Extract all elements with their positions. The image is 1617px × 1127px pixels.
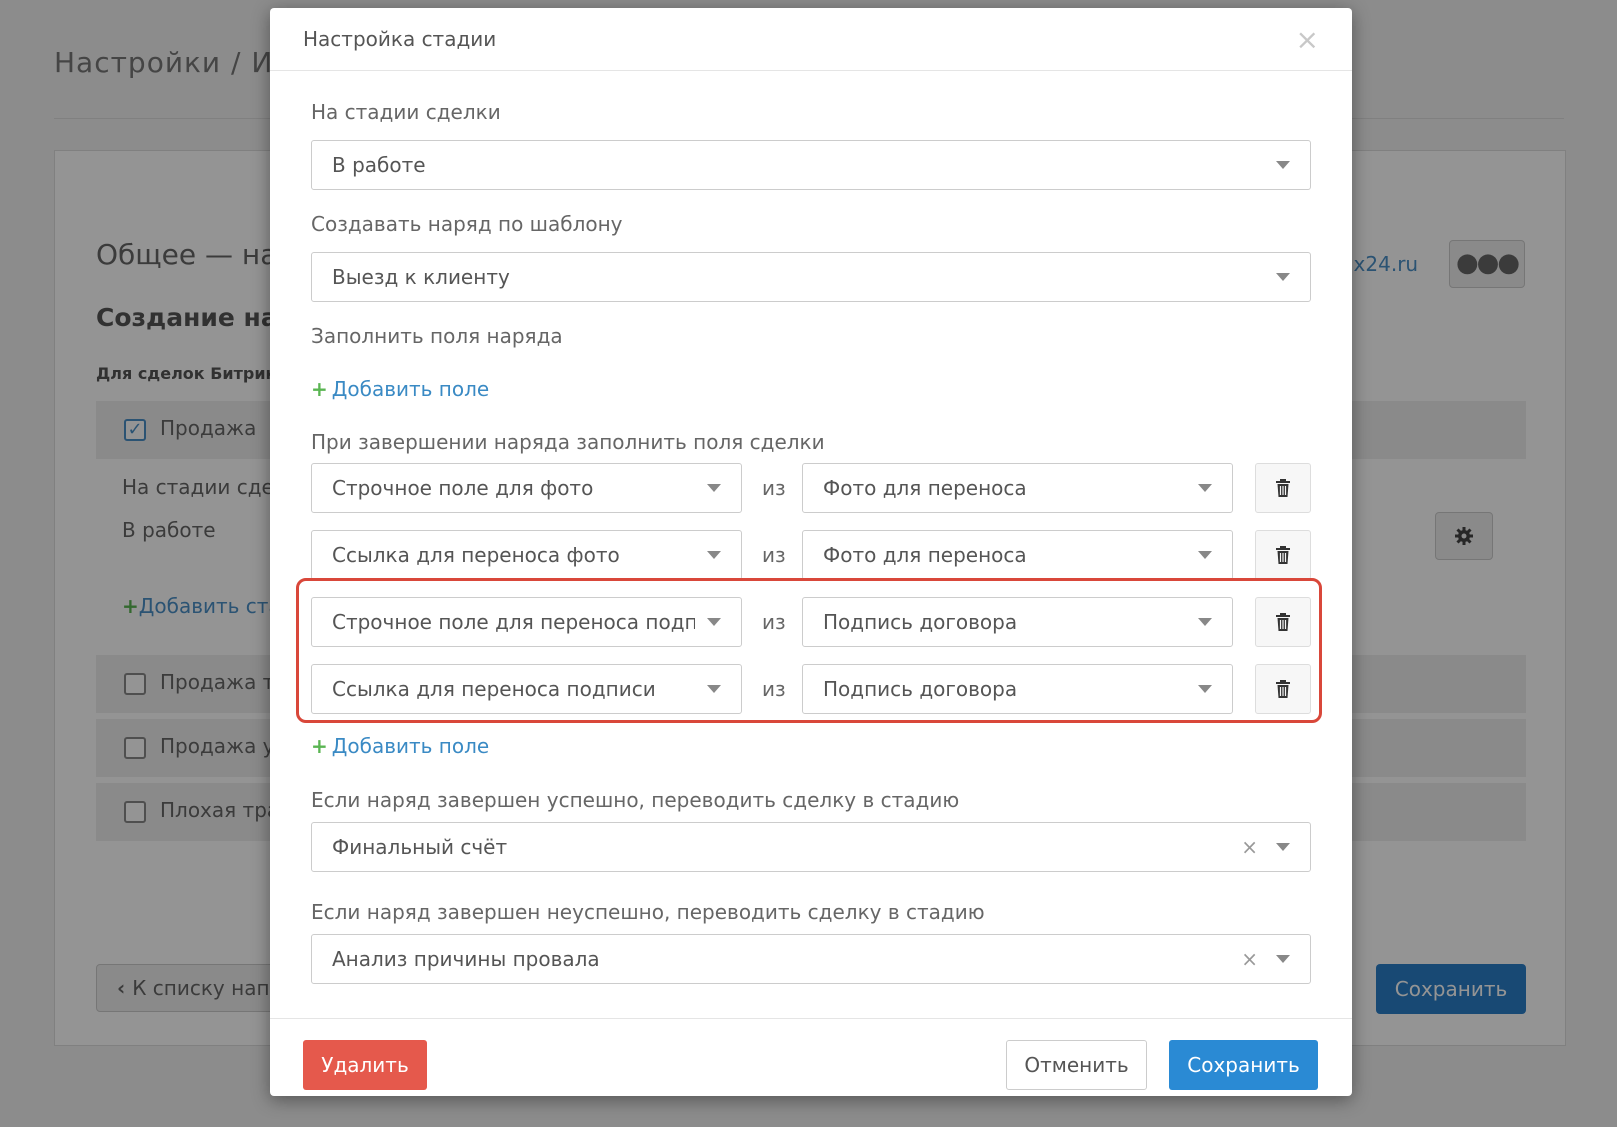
source-field-select[interactable]: Фото для переноса bbox=[802, 463, 1233, 513]
modal-title: Настройка стадии bbox=[303, 27, 497, 51]
source-field-value: Фото для переноса bbox=[823, 476, 1027, 500]
modal-header: Настройка стадии × bbox=[270, 8, 1352, 71]
template-label: Создавать наряд по шаблону bbox=[311, 212, 623, 236]
chevron-down-icon bbox=[1198, 685, 1212, 693]
trash-icon bbox=[1276, 680, 1290, 698]
source-field-select[interactable]: Подпись договора bbox=[802, 597, 1233, 647]
target-field-select[interactable]: Ссылка для переноса подписи bbox=[311, 664, 742, 714]
delete-mapping-button[interactable] bbox=[1255, 463, 1311, 513]
template-select[interactable]: Выезд к клиенту bbox=[311, 252, 1311, 302]
plus-icon: + bbox=[311, 734, 328, 758]
target-field-value: Ссылка для переноса фото bbox=[332, 543, 620, 567]
source-field-value: Подпись договора bbox=[823, 610, 1018, 634]
target-field-value: Строчное поле для переноса подписи bbox=[332, 610, 695, 634]
modal-footer: Удалить Отменить Сохранить bbox=[270, 1018, 1352, 1096]
target-field-value: Ссылка для переноса подписи bbox=[332, 677, 656, 701]
trash-icon bbox=[1276, 546, 1290, 564]
chevron-down-icon bbox=[1198, 484, 1212, 492]
on-success-label: Если наряд завершен успешно, переводить … bbox=[311, 788, 960, 812]
on-complete-label: При завершении наряда заполнить поля сде… bbox=[311, 430, 825, 454]
failure-stage-select[interactable]: Анализ причины провала × bbox=[311, 934, 1311, 984]
delete-button[interactable]: Удалить bbox=[303, 1040, 427, 1090]
chevron-down-icon bbox=[707, 685, 721, 693]
delete-mapping-button[interactable] bbox=[1255, 597, 1311, 647]
stage-settings-modal: Настройка стадии × На стадии сделки В ра… bbox=[270, 8, 1352, 1096]
deal-stage-value: В работе bbox=[332, 153, 426, 177]
source-field-value: Подпись договора bbox=[823, 677, 1018, 701]
target-field-select[interactable]: Ссылка для переноса фото bbox=[311, 530, 742, 580]
from-label: из bbox=[762, 610, 786, 634]
target-field-select[interactable]: Строчное поле для фото bbox=[311, 463, 742, 513]
add-field-link[interactable]: + Добавить поле bbox=[311, 377, 489, 401]
delete-mapping-button[interactable] bbox=[1255, 664, 1311, 714]
chevron-down-icon bbox=[707, 551, 721, 559]
clear-icon[interactable]: × bbox=[1241, 835, 1258, 859]
chevron-down-icon bbox=[1276, 843, 1290, 851]
chevron-down-icon bbox=[707, 618, 721, 626]
failure-stage-value: Анализ причины провала bbox=[332, 947, 600, 971]
delete-mapping-button[interactable] bbox=[1255, 530, 1311, 580]
from-label: из bbox=[762, 543, 786, 567]
from-label: из bbox=[762, 476, 786, 500]
fill-fields-label: Заполнить поля наряда bbox=[311, 324, 563, 348]
success-stage-value: Финальный счёт bbox=[332, 835, 508, 859]
chevron-down-icon bbox=[1276, 161, 1290, 169]
source-field-value: Фото для переноса bbox=[823, 543, 1027, 567]
target-field-select[interactable]: Строчное поле для переноса подписи bbox=[311, 597, 742, 647]
template-value: Выезд к клиенту bbox=[332, 265, 510, 289]
from-label: из bbox=[762, 677, 786, 701]
target-field-value: Строчное поле для фото bbox=[332, 476, 594, 500]
close-icon[interactable]: × bbox=[1296, 23, 1319, 56]
deal-stage-label: На стадии сделки bbox=[311, 100, 501, 124]
on-failure-label: Если наряд завершен неуспешно, переводит… bbox=[311, 900, 985, 924]
chevron-down-icon bbox=[1198, 551, 1212, 559]
chevron-down-icon bbox=[1198, 618, 1212, 626]
cancel-button[interactable]: Отменить bbox=[1006, 1040, 1147, 1090]
chevron-down-icon bbox=[707, 484, 721, 492]
plus-icon: + bbox=[311, 377, 328, 401]
trash-icon bbox=[1276, 613, 1290, 631]
chevron-down-icon bbox=[1276, 955, 1290, 963]
source-field-select[interactable]: Фото для переноса bbox=[802, 530, 1233, 580]
chevron-down-icon bbox=[1276, 273, 1290, 281]
success-stage-select[interactable]: Финальный счёт × bbox=[311, 822, 1311, 872]
source-field-select[interactable]: Подпись договора bbox=[802, 664, 1233, 714]
save-button[interactable]: Сохранить bbox=[1169, 1040, 1318, 1090]
deal-stage-select[interactable]: В работе bbox=[311, 140, 1311, 190]
clear-icon[interactable]: × bbox=[1241, 947, 1258, 971]
trash-icon bbox=[1276, 479, 1290, 497]
add-mapping-link[interactable]: + Добавить поле bbox=[311, 734, 489, 758]
